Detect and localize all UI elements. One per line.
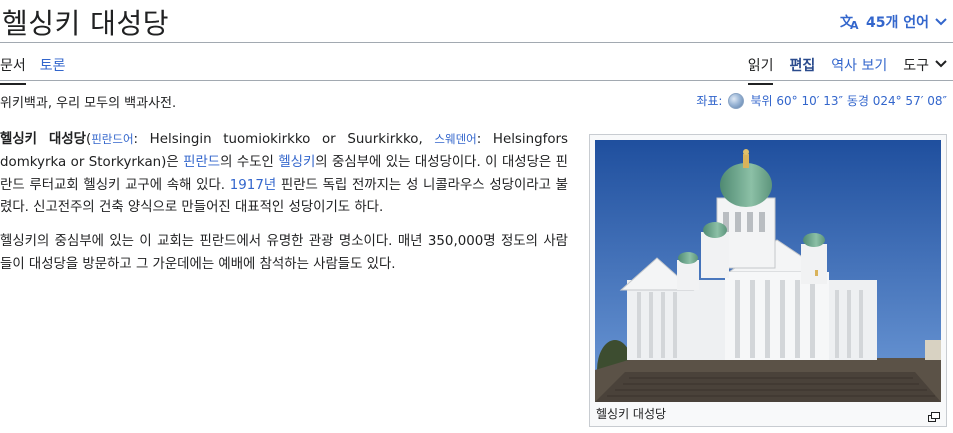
- tools-label: 도구: [903, 58, 929, 74]
- article-body: 헬싱키 대성당(핀란드어: Helsingin tuomiokirkko or …: [0, 128, 568, 288]
- language-button[interactable]: 文 A 45개 언어: [840, 12, 947, 32]
- tab-edit[interactable]: 편집: [789, 55, 815, 83]
- tools-menu[interactable]: 도구: [903, 55, 947, 75]
- chevron-down-icon: [935, 57, 947, 73]
- chevron-down-icon: [935, 17, 947, 27]
- paragraph-tourism: 헬싱키의 중심부에 있는 이 교회는 핀란드에서 유명한 관광 명소이다. 매년…: [0, 234, 568, 272]
- page-title: 헬싱키 대성당: [2, 7, 169, 40]
- tab-history[interactable]: 역사 보기: [831, 55, 887, 83]
- link-helsinki[interactable]: 헬싱키: [278, 155, 315, 170]
- title-divider: [0, 42, 953, 43]
- enlarge-icon[interactable]: [928, 407, 940, 426]
- language-count: 45개 언어: [866, 15, 929, 31]
- cathedral-photo[interactable]: [595, 140, 941, 402]
- coordinates-label[interactable]: 좌표:: [696, 92, 722, 109]
- link-finland[interactable]: 핀란드: [183, 155, 220, 170]
- translate-icon: 文 A: [840, 14, 860, 30]
- link-finnish-language[interactable]: 핀란드어: [91, 132, 133, 146]
- tabs-divider: [0, 80, 953, 81]
- coordinates-value[interactable]: 북위 60° 10′ 13″ 동경 024° 57′ 08″: [750, 92, 947, 109]
- paragraph-lead: 헬싱키 대성당(핀란드어: Helsingin tuomiokirkko or …: [0, 132, 569, 216]
- globe-icon[interactable]: [728, 92, 745, 109]
- finnish-name: : Helsingin tuomiokirkko or Suurkirkko,: [133, 132, 435, 147]
- coordinates: 좌표: 북위 60° 10′ 13″ 동경 024° 57′ 08″: [696, 92, 947, 109]
- infobox-caption: 헬싱키 대성당: [596, 407, 667, 421]
- link-1917[interactable]: 1917년: [230, 178, 276, 193]
- svg-text:A: A: [850, 19, 859, 30]
- link-swedish-language[interactable]: 스웨덴어: [434, 132, 476, 146]
- site-tagline: 위키백과, 우리 모두의 백과사전.: [0, 96, 177, 111]
- infobox-image: 헬싱키 대성당: [589, 134, 947, 427]
- article-subject: 헬싱키 대성당: [0, 132, 86, 147]
